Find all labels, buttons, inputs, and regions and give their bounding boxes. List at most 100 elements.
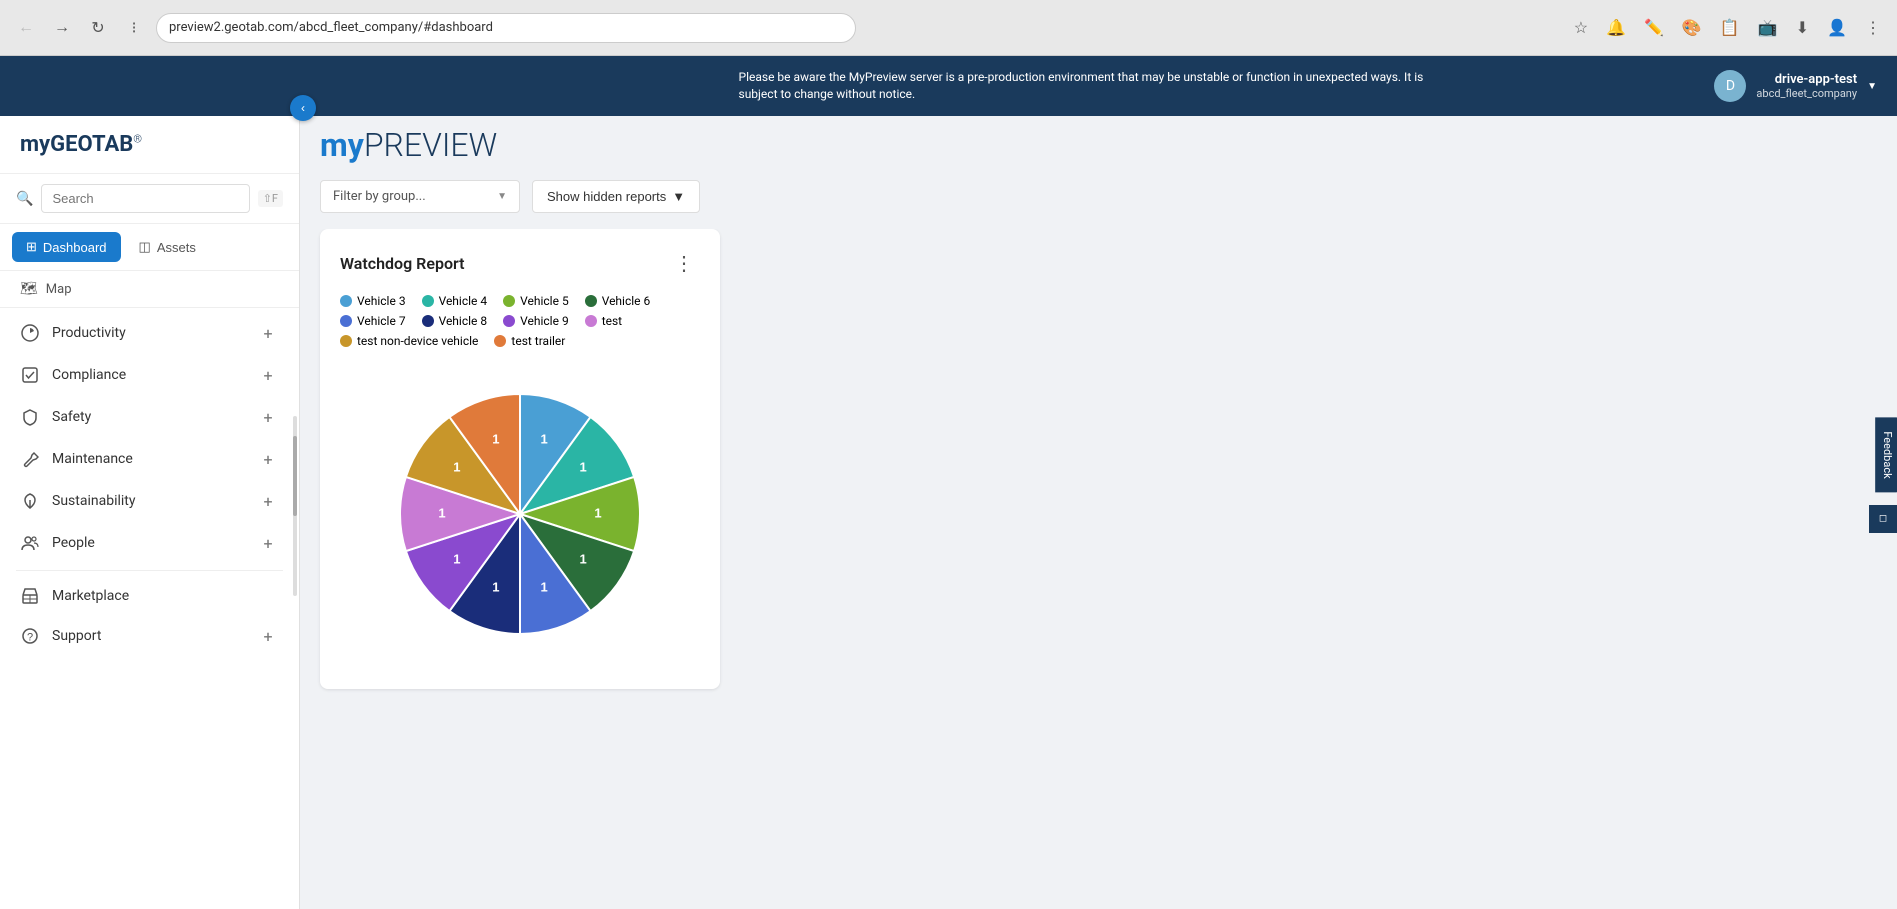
productivity-add-icon[interactable]: + [257,322,279,344]
my-text: my [320,126,364,164]
banner-text: Please be aware the MyPreview server is … [739,69,1439,103]
browser-chrome: ← → ↻ ⁝ preview2.geotab.com/abcd_fleet_c… [0,0,1897,56]
legend-item: test non-device vehicle [340,334,478,348]
people-icon [20,534,40,552]
user-company: abcd_fleet_company [1756,87,1857,100]
logo: myGEOTAB® [20,132,142,157]
map-link[interactable]: 🗺 Map [0,271,299,308]
legend-item: Vehicle 5 [503,294,569,308]
forward-button[interactable]: → [48,14,76,42]
sidebar-item-productivity[interactable]: Productivity + [0,312,299,354]
cards-grid: Watchdog Report ⋮ Vehicle 3Vehicle 4Vehi… [300,229,1897,709]
svg-text:1: 1 [579,460,586,475]
sidebar: myGEOTAB® 🔍 ⇧F ⊞ Dashboard ◫ Assets [0,116,300,909]
pie-chart: 1111111111 [380,374,660,654]
legend-item: test trailer [494,334,565,348]
extension-2-button[interactable]: ✏️ [1640,14,1668,42]
nav-divider [16,570,283,571]
svg-text:1: 1 [579,551,586,566]
user-name: drive-app-test [1756,72,1857,87]
compliance-add-icon[interactable]: + [257,364,279,386]
sidebar-scrollbar[interactable] [293,416,297,596]
sidebar-item-maintenance[interactable]: Maintenance + [0,438,299,480]
card-title: Watchdog Report [340,254,465,273]
support-add-icon[interactable]: + [257,625,279,647]
nav-items: Productivity + Compliance + Safety + [0,308,299,909]
address-bar[interactable]: preview2.geotab.com/abcd_fleet_company/#… [156,13,856,43]
tab-assets-label: Assets [157,240,196,255]
sustainability-icon [20,492,40,510]
my-preview-title: myPREVIEW [320,126,497,164]
preview-text: PREVIEW [364,126,497,164]
logo-area: myGEOTAB® [0,116,299,174]
svg-text:1: 1 [492,431,499,446]
content-toolbar: Filter by group... ▼ Show hidden reports… [300,164,1897,229]
pie-chart-container: 1111111111 [340,364,700,664]
svg-text:1: 1 [594,505,601,520]
marketplace-icon [20,587,40,605]
browser-actions: ☆ 🔔 ✏️ 🎨 📋 📺 ⬇ 👤 ⋮ [1570,14,1885,42]
sidebar-item-marketplace[interactable]: Marketplace [0,577,299,615]
feedback-tab[interactable]: Feedback [1875,417,1897,492]
safety-add-icon[interactable]: + [257,406,279,428]
tab-assets[interactable]: ◫ Assets [125,232,210,262]
support-icon: ? [20,627,40,645]
search-input[interactable] [41,184,249,213]
sidebar-item-compliance[interactable]: Compliance + [0,354,299,396]
filter-dropdown-arrow: ▼ [497,191,507,202]
sustainability-add-icon[interactable]: + [257,490,279,512]
extension-3-button[interactable]: 🎨 [1678,14,1706,42]
legend-item: Vehicle 9 [503,314,569,328]
maintenance-add-icon[interactable]: + [257,448,279,470]
cast-button[interactable]: 📺 [1754,14,1782,42]
url-text: preview2.geotab.com/abcd_fleet_company/#… [169,20,493,35]
bookmark-button[interactable]: ☆ [1570,14,1592,42]
sidebar-item-sustainability[interactable]: Sustainability + [0,480,299,522]
chart-legend: Vehicle 3Vehicle 4Vehicle 5Vehicle 6Vehi… [340,294,700,348]
support-label: Support [52,628,257,644]
sidebar-item-safety[interactable]: Safety + [0,396,299,438]
people-label: People [52,535,257,551]
search-area: 🔍 ⇧F [0,174,299,224]
hidden-reports-arrow: ▼ [672,189,685,204]
map-icon: 🗺 [20,281,38,297]
show-hidden-reports-button[interactable]: Show hidden reports ▼ [532,180,700,213]
tab-dashboard-label: Dashboard [43,240,107,255]
extension-1-button[interactable]: 🔔 [1602,14,1630,42]
filter-group-label: Filter by group... [333,189,426,204]
svg-text:1: 1 [438,505,445,520]
user-details: drive-app-test abcd_fleet_company [1756,72,1857,100]
back-button[interactable]: ← [12,14,40,42]
marketplace-label: Marketplace [52,588,279,604]
avatar: D [1714,70,1746,102]
compliance-label: Compliance [52,367,257,383]
watchdog-report-card: Watchdog Report ⋮ Vehicle 3Vehicle 4Vehi… [320,229,720,689]
menu-button[interactable]: ⋮ [1861,14,1885,42]
sidebar-scrollbar-thumb [293,436,297,516]
maintenance-icon [20,450,40,468]
sidebar-item-people[interactable]: People + [0,522,299,564]
user-menu[interactable]: D drive-app-test abcd_fleet_company ▼ [1714,70,1877,102]
productivity-label: Productivity [52,325,257,341]
nav-tabs: ⊞ Dashboard ◫ Assets [0,224,299,271]
preview-header-row: myPREVIEW [300,116,1897,164]
map-label: Map [46,282,72,297]
tab-dashboard[interactable]: ⊞ Dashboard [12,232,121,262]
extension-4-button[interactable]: 📋 [1716,14,1744,42]
reload-button[interactable]: ↻ [84,14,112,42]
legend-item: Vehicle 8 [422,314,488,328]
content-area: myPREVIEW Filter by group... ▼ Show hidd… [300,116,1897,909]
sidebar-item-support[interactable]: ? Support + [0,615,299,657]
search-icon: 🔍 [16,191,33,207]
dashboard-icon: ⊞ [26,239,37,255]
app-container: Please be aware the MyPreview server is … [0,56,1897,909]
people-add-icon[interactable]: + [257,532,279,554]
assets-icon: ◫ [139,239,151,255]
profile-button[interactable]: 👤 [1823,14,1851,42]
download-button[interactable]: ⬇ [1792,14,1813,42]
card-menu-button[interactable]: ⋮ [668,249,700,278]
site-info-button[interactable]: ⁝ [120,14,148,42]
filter-group-dropdown[interactable]: Filter by group... ▼ [320,180,520,213]
svg-text:1: 1 [540,580,547,595]
legend-item: test [585,314,622,328]
